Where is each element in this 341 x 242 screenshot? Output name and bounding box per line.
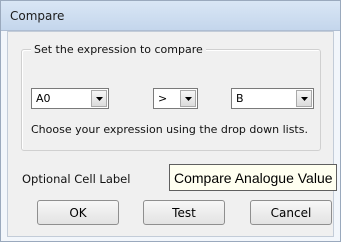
title-bar[interactable]: Compare [1,1,340,31]
cell-label-field[interactable] [169,164,337,191]
right-operand-dropdown-button[interactable] [296,90,312,107]
operator-dropdown[interactable]: > [153,88,198,109]
chevron-down-icon [185,97,192,101]
groupbox-legend: Set the expression to compare [31,43,206,56]
chevron-down-icon [96,97,103,101]
window-title: Compare [10,9,65,23]
operator-dropdown-button[interactable] [180,90,196,107]
left-operand-value: A0 [36,92,51,105]
expression-hint: Choose your expression using the drop do… [31,123,308,136]
cell-label-input[interactable] [170,165,336,190]
right-operand-dropdown[interactable]: B [231,88,314,109]
ok-button[interactable]: OK [37,200,119,225]
left-operand-dropdown-button[interactable] [91,90,107,107]
cancel-button[interactable]: Cancel [250,200,332,225]
left-operand-dropdown[interactable]: A0 [31,88,109,109]
right-operand-value: B [236,92,244,105]
chevron-down-icon [301,97,308,101]
test-button[interactable]: Test [143,200,225,225]
cell-label-caption: Optional Cell Label [22,172,131,186]
operator-value: > [158,92,168,105]
